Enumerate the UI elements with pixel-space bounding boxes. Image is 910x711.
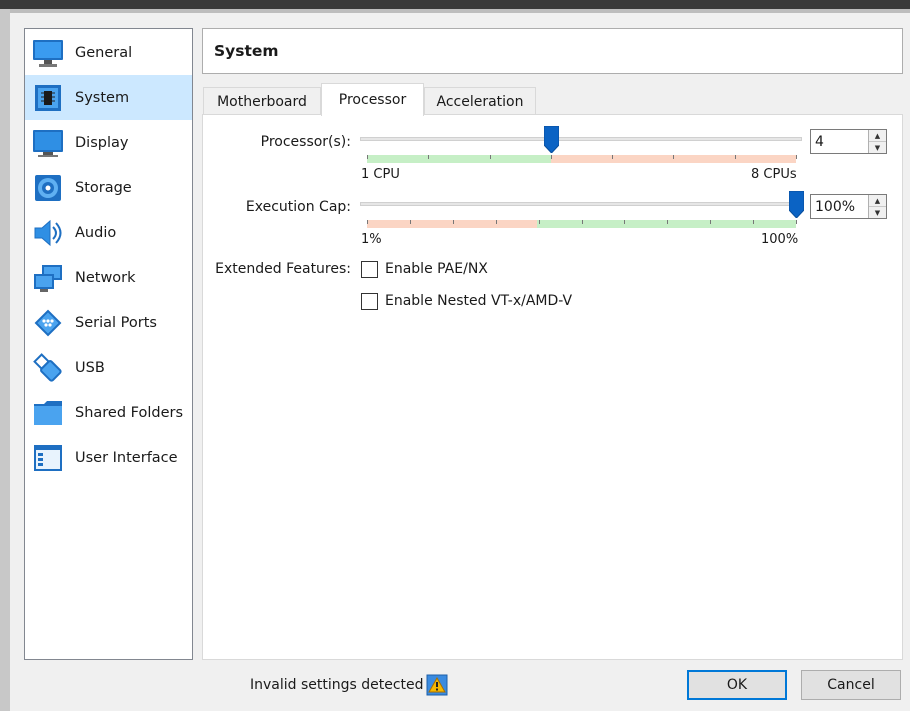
slider-tick: [753, 220, 755, 224]
sidebar-item-label: Shared Folders: [75, 404, 184, 421]
sidebar-item-user-interface[interactable]: User Interface: [25, 435, 192, 480]
window-left-edge: [0, 9, 10, 711]
sidebar-item-general[interactable]: General: [25, 30, 192, 75]
processors-label: Processor(s):: [260, 134, 351, 150]
page-header: System: [202, 28, 903, 74]
tab-bar: Motherboard Processor Acceleration: [202, 83, 903, 116]
spin-arrows[interactable]: ▲ ▼: [868, 195, 886, 218]
extended-features-label: Extended Features:: [215, 261, 351, 277]
slider-tick: [796, 155, 797, 159]
cancel-button[interactable]: Cancel: [801, 670, 901, 700]
slider-tick: [734, 155, 736, 159]
sidebar-item-label: Display: [75, 134, 129, 151]
sidebar-item-display[interactable]: Display: [25, 120, 192, 165]
exec-cap-max-label: 100%: [761, 232, 799, 247]
tab-acceleration[interactable]: Acceleration: [424, 87, 536, 115]
sidebar-item-label: Audio: [75, 224, 117, 241]
processors-valid-range: [367, 155, 551, 163]
spin-down-icon[interactable]: ▼: [869, 142, 886, 153]
exec-cap-min-label: 1%: [361, 232, 382, 247]
spin-down-icon[interactable]: ▼: [869, 207, 886, 218]
tab-processor[interactable]: Processor: [321, 83, 424, 116]
slider-tick: [367, 220, 368, 224]
slider-tick: [489, 155, 491, 159]
serial-port-icon: [28, 300, 68, 345]
sidebar-item-usb[interactable]: USB: [25, 345, 192, 390]
monitor-icon: [28, 30, 68, 75]
slider-tick: [624, 220, 626, 224]
pae-checkbox[interactable]: [361, 261, 378, 278]
sidebar-item-label: User Interface: [75, 449, 178, 466]
slider-tick: [667, 220, 669, 224]
sidebar-item-label: USB: [75, 359, 105, 376]
processors-min-label: 1 CPU: [361, 167, 400, 182]
slider-tick: [367, 155, 368, 159]
sidebar-item-network[interactable]: Network: [25, 255, 192, 300]
window-icon: [28, 435, 68, 480]
sidebar-item-label: Serial Ports: [75, 314, 157, 331]
exec-cap-spinbox[interactable]: 100% ▲ ▼: [810, 194, 887, 219]
processors-max-label: 8 CPUs: [751, 167, 797, 182]
slider-tick: [612, 155, 614, 159]
spin-arrows[interactable]: ▲ ▼: [868, 130, 886, 153]
display-icon: [28, 120, 68, 165]
folder-icon: [28, 390, 68, 435]
slider-tick: [495, 220, 497, 224]
slider-tick: [550, 155, 552, 159]
sidebar-item-system[interactable]: System: [25, 75, 192, 120]
nested-vtx-label[interactable]: Enable Nested VT-x/AMD-V: [385, 293, 572, 309]
slider-tick: [796, 220, 797, 224]
ok-button[interactable]: OK: [687, 670, 787, 700]
page-title: System: [214, 42, 279, 60]
slider-tick: [428, 155, 430, 159]
sidebar-item-label: General: [75, 44, 133, 61]
sidebar-item-label: Network: [75, 269, 136, 286]
slider-tick: [673, 155, 675, 159]
processors-value[interactable]: 4: [811, 130, 868, 153]
settings-dialog: General System Display Storage Audio Net…: [10, 13, 910, 711]
exec-cap-value[interactable]: 100%: [811, 195, 868, 218]
nested-vtx-checkbox[interactable]: [361, 293, 378, 310]
sidebar-item-label: System: [75, 89, 130, 106]
speaker-icon: [28, 210, 68, 255]
sidebar-item-label: Storage: [75, 179, 132, 196]
pae-label[interactable]: Enable PAE/NX: [385, 261, 488, 277]
exec-cap-slider-thumb[interactable]: [788, 190, 804, 219]
sidebar-item-shared-folders[interactable]: Shared Folders: [25, 390, 192, 435]
slider-tick: [409, 220, 411, 224]
status-text: Invalid settings detected: [250, 677, 424, 693]
disk-icon: [28, 165, 68, 210]
exec-cap-slider-track[interactable]: [360, 202, 802, 206]
processors-slider-thumb[interactable]: [543, 125, 560, 154]
slider-tick: [452, 220, 454, 224]
processors-spinbox[interactable]: 4 ▲ ▼: [810, 129, 887, 154]
slider-tick: [581, 220, 583, 224]
sidebar-item-serial-ports[interactable]: Serial Ports: [25, 300, 192, 345]
slider-tick: [538, 220, 540, 224]
window-top-edge: [0, 0, 910, 9]
warning-icon[interactable]: [426, 674, 448, 696]
spin-up-icon[interactable]: ▲: [869, 195, 886, 207]
processors-slider-track[interactable]: [360, 137, 802, 141]
usb-icon: [28, 345, 68, 390]
tab-motherboard[interactable]: Motherboard: [203, 87, 321, 115]
network-icon: [28, 255, 68, 300]
chip-icon: [28, 75, 68, 120]
settings-sidebar: General System Display Storage Audio Net…: [24, 28, 193, 660]
exec-cap-label: Execution Cap:: [245, 199, 351, 215]
slider-tick: [710, 220, 712, 224]
sidebar-item-audio[interactable]: Audio: [25, 210, 192, 255]
spin-up-icon[interactable]: ▲: [869, 130, 886, 142]
sidebar-item-storage[interactable]: Storage: [25, 165, 192, 210]
